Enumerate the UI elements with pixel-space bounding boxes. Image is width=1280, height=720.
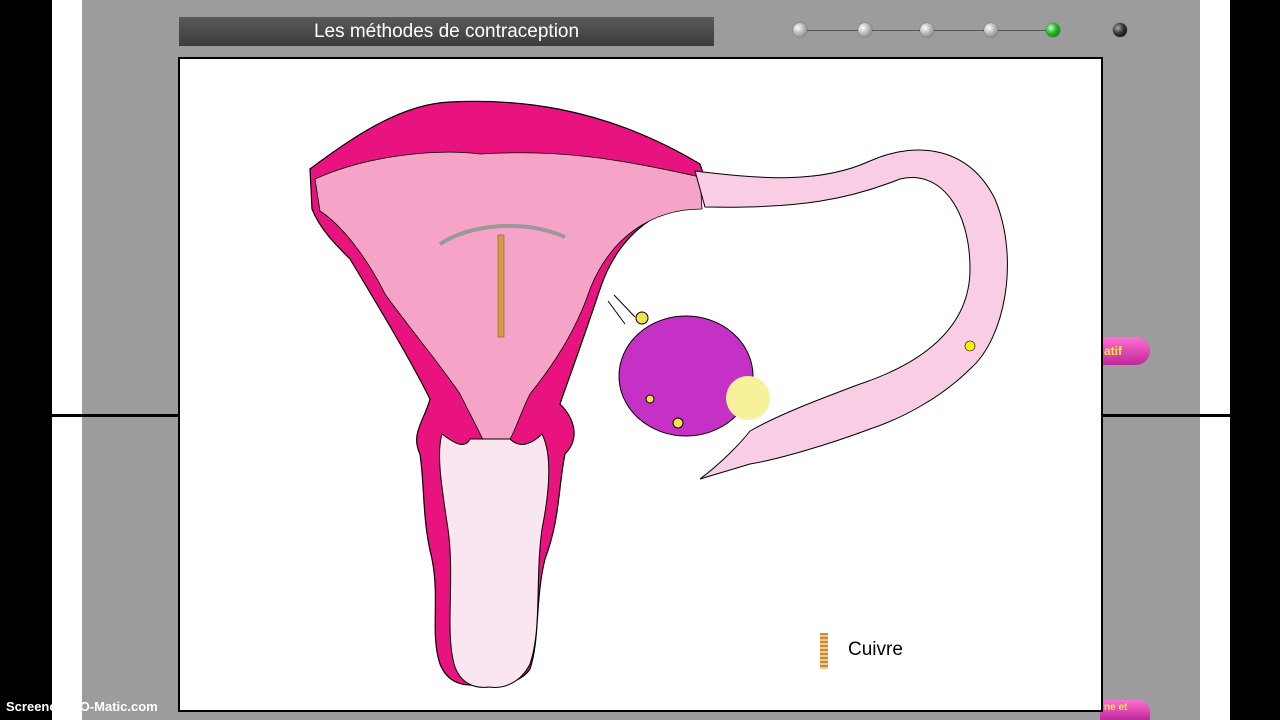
nav-close-button[interactable] [1113, 23, 1127, 37]
ovary-follicle [672, 417, 684, 429]
vagina [439, 433, 550, 688]
side-tab-button-2[interactable]: ne et [1100, 700, 1150, 720]
legend-label: Cuivre [848, 639, 903, 660]
divider-left [52, 414, 182, 417]
nav-step-4[interactable] [984, 23, 998, 37]
watermark: Screencast-O-Matic.com [6, 699, 158, 714]
nav-step-5-active[interactable] [1046, 23, 1060, 37]
iud-stem [497, 234, 505, 338]
left-margin [52, 0, 82, 720]
right-margin [1200, 0, 1230, 720]
uterus-diagram [309, 100, 1008, 688]
divider-right [1100, 414, 1230, 417]
nav-step-2[interactable] [858, 23, 872, 37]
diagram-panel: Cuivre [178, 57, 1103, 712]
fallopian-tube [694, 149, 1008, 480]
ovary-follicle [645, 394, 655, 404]
ovary-follicle [635, 311, 649, 325]
page-title: Les méthodes de contraception [179, 17, 714, 46]
side-tab-button[interactable]: atif [1100, 337, 1150, 365]
ovarian-ligament [607, 294, 636, 325]
copper-swatch [820, 633, 828, 669]
egg-in-tube [964, 340, 976, 352]
egg [726, 376, 770, 420]
nav-step-1[interactable] [793, 23, 807, 37]
ovary [618, 315, 754, 437]
nav-step-3[interactable] [920, 23, 934, 37]
